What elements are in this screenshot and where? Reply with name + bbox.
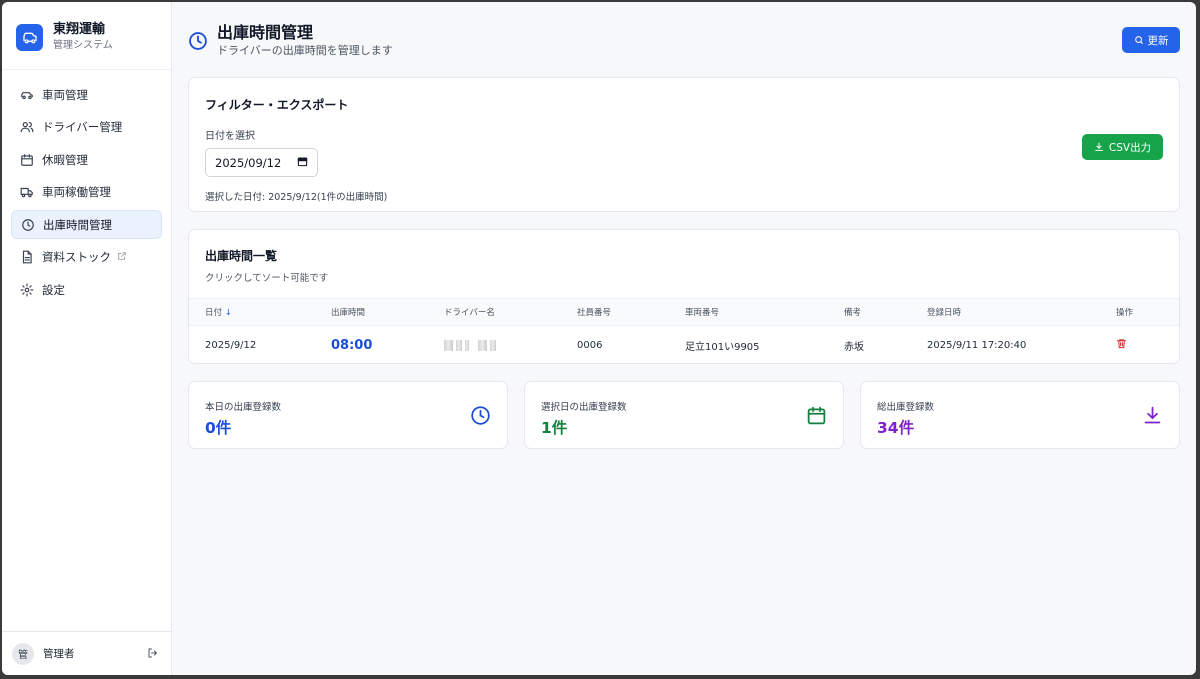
clock-icon [21,218,35,232]
gear-icon [20,283,34,297]
column-header-vehicle[interactable]: 車両番号 [669,299,828,326]
brand: 東翔運輸 管理システム [2,2,171,70]
table-header-row: 日付 ↓ 出庫時間 ドライバー名 社員番号 車両番号 備考 登録日時 操作 [189,298,1179,326]
column-header-actions: 操作 [1116,308,1134,318]
cell-employee-no: 0006 [577,339,603,351]
stat-label: 本日の出庫登録数 [205,402,282,413]
cell-registered: 2025/9/11 17:20:40 [927,339,1027,351]
truck-logo-icon [16,24,43,51]
sidebar: 東翔運輸 管理システム 車両管理 ドライバー管理 休暇管理 車両稼働管理 出庫時… [2,2,172,675]
truck-icon [20,185,34,199]
stat-today: 本日の出庫登録数 0件 [188,381,508,449]
csv-label: CSV出力 [1108,141,1152,154]
column-header-time[interactable]: 出庫時間 [315,299,428,326]
trash-icon [1116,339,1127,349]
stat-label: 総出庫登録数 [877,402,935,413]
list-title: 出庫時間一覧 [205,249,278,263]
app-window: 東翔運輸 管理システム 車両管理 ドライバー管理 休暇管理 車両稼働管理 出庫時… [2,2,1196,675]
sidebar-item-documents[interactable]: 資料ストック [11,243,162,272]
stat-label: 選択日の出庫登録数 [541,402,627,413]
stat-value: 1件 [541,419,568,437]
page-subtitle: ドライバーの出庫時間を管理します [217,44,393,57]
page-title: 出庫時間管理 [217,23,314,42]
page-header: 出庫時間管理 ドライバーの出庫時間を管理します [188,22,1180,75]
column-header-driver[interactable]: ドライバー名 [428,299,561,326]
download-icon [1142,405,1163,430]
sidebar-item-leave[interactable]: 休暇管理 [11,145,162,174]
filter-card: フィルター・エクスポート 日付を選択 2025/09/12 選択した日付: 20… [188,77,1180,212]
selected-date-info: 選択した日付: 2025/9/12(1件の出庫時間) [205,192,388,203]
sidebar-item-drivers[interactable]: ドライバー管理 [11,113,162,142]
file-icon [20,250,34,264]
brand-name: 東翔運輸 [53,22,106,37]
avatar: 管 [12,642,34,665]
calendar-picker-icon[interactable] [297,156,308,170]
date-label: 日付を選択 [205,131,255,142]
logout-icon[interactable] [147,644,159,663]
delete-button[interactable] [1100,326,1179,365]
users-icon [20,120,34,134]
stats-row: 本日の出庫登録数 0件 選択日の出庫登録数 1件 総出庫登録数 34件 [188,381,1180,449]
clock-icon [188,31,208,51]
user-panel: 管 管理者 [2,631,171,675]
stat-value: 0件 [205,419,232,437]
date-input[interactable]: 2025/09/12 [205,148,318,177]
external-link-icon [117,250,127,264]
user-name: 管理者 [43,648,75,660]
csv-export-button[interactable]: CSV出力 [1082,134,1163,160]
sidebar-item-label: ドライバー管理 [42,120,123,134]
column-header-registered[interactable]: 登録日時 [911,299,1100,326]
refresh-label: 更新 [1147,34,1169,47]
sidebar-item-settings[interactable]: 設定 [11,275,162,304]
cell-driver-redacted [428,326,561,365]
stat-total: 総出庫登録数 34件 [860,381,1180,449]
table-row[interactable]: 2025/9/12 08:00 0006 足立101い9905 赤坂 2025/… [189,325,1179,365]
column-header-note[interactable]: 備考 [828,299,911,326]
download-icon [1095,142,1103,151]
list-subtitle: クリックしてソート可能です [205,273,329,284]
cell-note: 赤坂 [844,341,864,353]
sidebar-item-label: 資料ストック [42,250,111,264]
filter-title: フィルター・エクスポート [205,98,349,112]
cell-date: 2025/9/12 [205,339,257,351]
sidebar-item-label: 休暇管理 [42,152,88,167]
departure-table: 日付 ↓ 出庫時間 ドライバー名 社員番号 車両番号 備考 登録日時 操作 20… [189,298,1179,365]
main-content: 出庫時間管理 ドライバーの出庫時間を管理します 更新 フィルター・エクスポート … [172,2,1196,675]
cell-time: 08:00 [331,337,373,353]
stat-value: 34件 [877,419,915,437]
refresh-button[interactable]: 更新 [1122,27,1180,53]
cell-vehicle-no: 足立101い9905 [685,341,760,353]
departure-list-card: 出庫時間一覧 クリックしてソート可能です 日付 ↓ 出庫時間 ドライバー名 社員… [188,229,1180,364]
sidebar-item-label: 設定 [42,282,65,297]
car-icon [20,88,34,102]
calendar-icon [806,405,827,430]
search-icon [1134,36,1143,44]
sidebar-item-operation[interactable]: 車両稼働管理 [11,178,162,207]
sidebar-item-label: 出庫時間管理 [43,217,112,232]
sort-arrow-icon: ↓ [224,308,232,318]
sidebar-nav: 車両管理 ドライバー管理 休暇管理 車両稼働管理 出庫時間管理 資料ストック 設… [2,70,171,631]
column-header-date[interactable]: 日付 ↓ [189,299,315,326]
sidebar-item-label: 車両稼働管理 [42,185,111,199]
sidebar-item-departure[interactable]: 出庫時間管理 [11,210,162,239]
calendar-icon [20,153,34,167]
stat-selected-day: 選択日の出庫登録数 1件 [524,381,844,449]
brand-subtitle: 管理システム [53,40,113,51]
sidebar-item-label: 車両管理 [42,87,88,102]
clock-icon [470,405,491,430]
column-header-employee[interactable]: 社員番号 [561,299,669,326]
sidebar-item-vehicles[interactable]: 車両管理 [11,80,162,109]
date-value: 2025/09/12 [215,155,282,170]
